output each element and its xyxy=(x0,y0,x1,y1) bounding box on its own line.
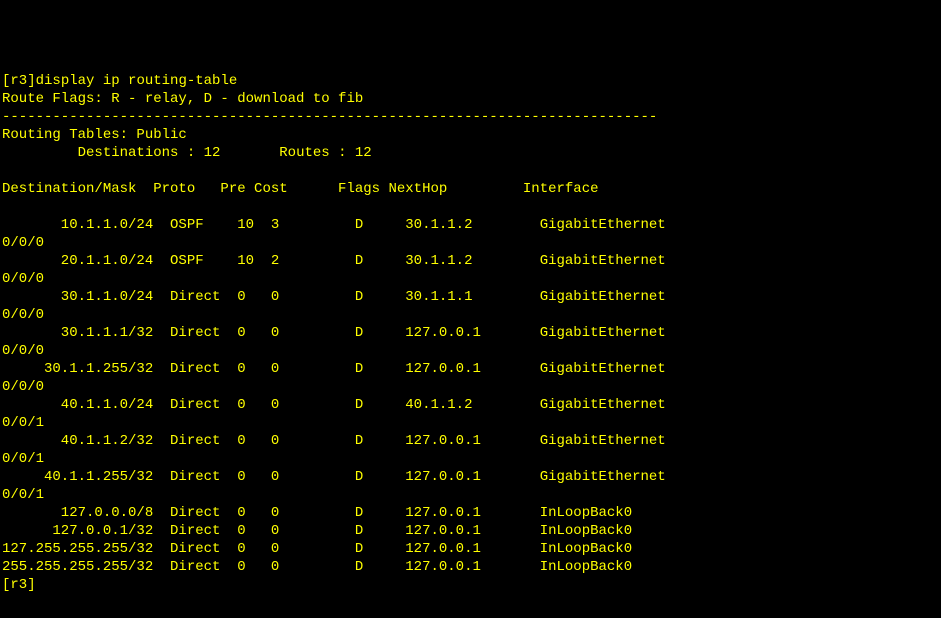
cli-command: display ip routing-table xyxy=(36,73,238,89)
cli-prompt-line: [r3]display ip routing-table xyxy=(2,73,237,89)
cli-end-prompt: [r3] xyxy=(2,577,36,593)
routing-summary: Destinations : 12 Routes : 12 xyxy=(2,145,372,161)
routing-table-body: 10.1.1.0/24 OSPF 10 3 D 30.1.1.2 Gigabit… xyxy=(2,217,666,575)
terminal[interactable]: [r3]display ip routing-table Route Flags… xyxy=(0,72,941,594)
divider: ----------------------------------------… xyxy=(2,109,657,125)
route-flags-legend: Route Flags: R - relay, D - download to … xyxy=(2,91,363,107)
routing-table-header: Destination/Mask Proto Pre Cost Flags Ne… xyxy=(2,181,599,197)
routing-tables-title: Routing Tables: Public xyxy=(2,127,187,143)
